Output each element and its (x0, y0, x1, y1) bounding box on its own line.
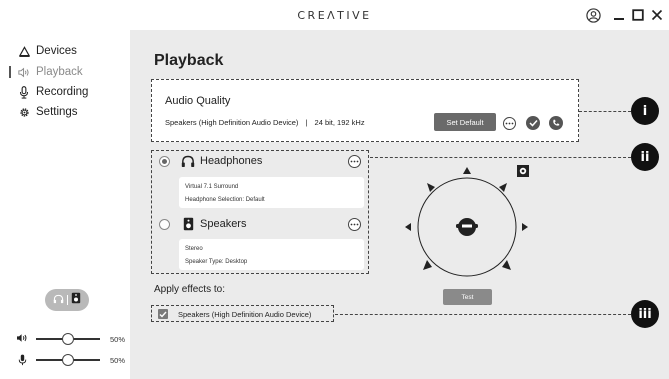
listener-head-icon (456, 218, 478, 236)
device-name: Speakers (High Definition Audio Device) (165, 118, 299, 127)
apply-effects-label: Apply effects to: (154, 284, 225, 295)
callout-line-iii (335, 314, 631, 315)
sidebar: Devices Playback Recording Settings 50% … (0, 30, 130, 379)
volume-value: 50% (110, 334, 126, 344)
headphones-label: Headphones (200, 155, 263, 167)
test-button[interactable]: Test (443, 289, 492, 305)
mic-slider[interactable] (36, 354, 100, 366)
maximize-icon[interactable] (628, 5, 648, 25)
speaker-channel-side-left-icon (405, 223, 411, 231)
headphones-more-icon[interactable] (348, 155, 361, 168)
mic-slider-knob[interactable] (62, 354, 74, 366)
speaker-wave-icon (18, 65, 30, 79)
headphones-detail-mode: Virtual 7.1 Surround (185, 184, 239, 190)
page-title: Playback (154, 52, 224, 69)
audio-quality-panel: Audio Quality Speakers (High Definition … (151, 79, 579, 142)
active-indicator (9, 66, 11, 78)
volume-slider-knob[interactable] (62, 333, 74, 345)
volume-slider-row: 50% (16, 332, 125, 346)
gear-icon (18, 105, 30, 119)
output-toggle[interactable] (45, 289, 89, 311)
creative-logo: CREΛTIVE (297, 9, 372, 22)
speakers-detail-type: Speaker Type: Desktop (185, 259, 248, 265)
callout-line-i (579, 111, 631, 112)
device-row-speakers[interactable]: Speakers (152, 216, 370, 232)
sidebar-item-label: Playback (36, 66, 83, 78)
speakers-more-icon[interactable] (348, 218, 361, 231)
headphones-icon (181, 154, 195, 168)
sidebar-item-devices[interactable]: Devices (18, 43, 77, 59)
speaker-channel-rear-right-icon (502, 260, 511, 270)
mic-slider-row: 50% (16, 353, 125, 367)
main-panel: Playback Audio Quality Speakers (High De… (130, 30, 669, 379)
speakers-details-card[interactable]: Stereo Speaker Type: Desktop (179, 239, 364, 270)
more-options-icon[interactable] (503, 117, 516, 130)
headphones-icon (53, 291, 64, 309)
device-row-headphones[interactable]: Headphones (152, 153, 370, 169)
speaker-position-diagram (405, 165, 529, 277)
callout-i: i (631, 97, 659, 125)
checkmark-icon (159, 311, 167, 318)
speakers-radio[interactable] (159, 219, 170, 230)
callout-line-ii (370, 157, 631, 158)
callout-iii: iii (631, 300, 659, 328)
microphone-icon (18, 85, 30, 99)
apply-effects-checkbox[interactable] (158, 309, 168, 319)
speakers-label: Speakers (200, 218, 247, 230)
mic-value: 50% (110, 355, 126, 365)
headphones-details-card[interactable]: Virtual 7.1 Surround Headphone Selection… (179, 177, 364, 208)
minimize-icon[interactable] (609, 5, 629, 25)
speakers-detail-mode: Stereo (185, 246, 203, 252)
triangle-icon (18, 44, 30, 58)
subwoofer-icon (517, 165, 529, 177)
speaker-channel-rear-left-icon (423, 260, 432, 270)
audio-quality-title: Audio Quality (165, 95, 231, 107)
sidebar-item-recording[interactable]: Recording (18, 84, 88, 100)
set-default-button[interactable]: Set Default (434, 113, 496, 131)
callout-ii: ii (631, 143, 659, 171)
output-devices-panel: Headphones Virtual 7.1 Surround Headphon… (151, 150, 369, 274)
volume-slider[interactable] (36, 333, 100, 345)
apply-effects-device: Speakers (High Definition Audio Device) (178, 310, 312, 319)
account-icon[interactable] (583, 5, 603, 25)
speaker-icon (71, 291, 81, 309)
speaker-channel-center-icon (463, 167, 471, 174)
speaker-channel-side-right-icon (522, 223, 528, 231)
speaker-volume-icon (16, 330, 28, 348)
audio-quality-device: Speakers (High Definition Audio Device) … (165, 118, 365, 127)
default-device-check-icon[interactable] (526, 116, 540, 130)
toggle-divider (67, 295, 68, 305)
microphone-icon (16, 354, 28, 366)
title-bar: CREΛTIVE (0, 0, 669, 30)
sidebar-item-settings[interactable]: Settings (18, 104, 78, 120)
separator: | (305, 118, 308, 127)
sidebar-item-label: Recording (36, 86, 89, 98)
speaker-icon (181, 217, 195, 231)
sidebar-item-label: Settings (36, 106, 78, 118)
headphones-detail-selection: Headphone Selection: Default (185, 197, 265, 203)
apply-effects-target[interactable]: Speakers (High Definition Audio Device) (151, 305, 334, 322)
audio-format: 24 bit, 192 kHz (314, 118, 365, 127)
default-communication-phone-icon[interactable] (549, 116, 563, 130)
sidebar-item-label: Devices (36, 45, 77, 57)
headphones-radio[interactable] (159, 156, 170, 167)
sidebar-item-playback[interactable]: Playback (18, 64, 83, 80)
close-icon[interactable] (647, 5, 667, 25)
